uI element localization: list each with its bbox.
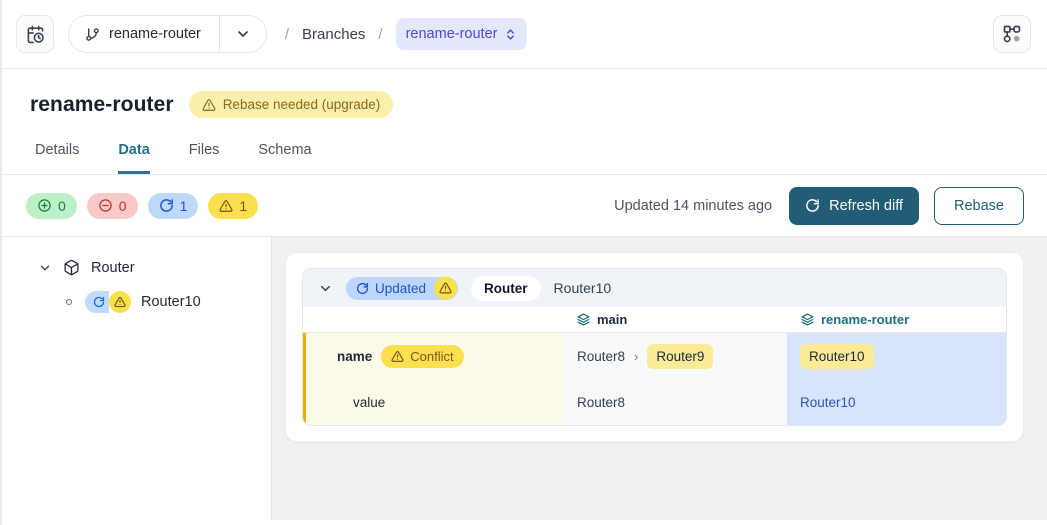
diff-table: main rename-router name <box>303 307 1006 425</box>
refresh-diff-label: Refresh diff <box>829 198 903 214</box>
page-title: rename-router <box>30 93 174 117</box>
tree-item-router[interactable]: Router <box>38 259 271 276</box>
warning-triangle-icon <box>202 98 216 112</box>
tab-files[interactable]: Files <box>189 142 220 174</box>
chevron-down-icon <box>235 26 251 42</box>
workflow-icon <box>1002 24 1022 44</box>
removed-count-badge: 0 <box>87 193 138 219</box>
chevron-down-icon[interactable] <box>38 261 52 275</box>
refresh-diff-button[interactable]: Refresh diff <box>789 187 919 225</box>
tab-bar: Details Data Files Schema <box>30 142 1019 174</box>
tree-child-label: Router10 <box>141 294 201 310</box>
calendar-clock-icon <box>26 25 45 44</box>
main-column-header: main <box>563 307 787 333</box>
updated-conflict-status-badge <box>85 291 131 313</box>
router10-diff-card: Updated Router Router10 <box>302 268 1007 426</box>
breadcrumb-branch-picker[interactable]: rename-router <box>396 18 528 50</box>
main-column-label: main <box>597 312 627 327</box>
warning-triangle-icon <box>109 291 131 313</box>
top-bar: rename-router / Branches / rename-router <box>2 0 1047 69</box>
name-branch-value-cell: Router10 <box>787 333 1006 379</box>
refresh-icon <box>356 282 369 295</box>
modified-count-badge: 1 <box>148 193 199 219</box>
name-branch-value-highlight: Router10 <box>800 344 874 369</box>
diff-results-card: Updated Router Router10 <box>285 252 1024 442</box>
chevron-down-icon[interactable] <box>318 281 333 296</box>
package-icon <box>63 259 80 276</box>
tree-item-router10[interactable]: Router10 <box>66 291 271 313</box>
refresh-icon <box>85 291 109 313</box>
added-count: 0 <box>58 198 66 214</box>
minus-circle-icon <box>98 198 113 213</box>
diff-card-header[interactable]: Updated Router Router10 <box>303 269 1006 307</box>
branch-column-label: rename-router <box>821 312 909 327</box>
entity-type-badge: Router <box>471 276 541 301</box>
key-column-header <box>303 307 563 333</box>
breadcrumb-branch-name: rename-router <box>406 26 498 42</box>
value-main-value-cell: Router8 <box>563 379 787 425</box>
diff-stats: 0 0 1 1 <box>26 193 258 219</box>
refresh-icon <box>805 198 820 213</box>
history-button[interactable] <box>16 15 54 53</box>
name-main-value-cell: Router8 › Router9 <box>563 333 787 379</box>
breadcrumb: / Branches / rename-router <box>285 18 528 50</box>
change-arrow: › <box>634 349 638 364</box>
removed-count: 0 <box>119 198 127 214</box>
branch-selector-caret[interactable] <box>220 16 266 52</box>
branch-column-header: rename-router <box>787 307 1006 333</box>
field-name-label: name <box>337 349 372 364</box>
warning-triangle-icon <box>391 350 404 363</box>
last-updated-text: Updated 14 minutes ago <box>614 198 772 214</box>
workflow-view-button[interactable] <box>993 15 1031 53</box>
breadcrumb-separator: / <box>285 26 289 43</box>
rebase-label: Rebase <box>954 198 1004 214</box>
name-old-value: Router8 <box>577 349 625 364</box>
breadcrumb-separator: / <box>378 26 382 43</box>
refresh-icon <box>159 198 174 213</box>
rebase-needed-badge: Rebase needed (upgrade) <box>189 91 394 118</box>
branch-selector-label-segment[interactable]: rename-router <box>69 16 219 52</box>
conflict-badge: Conflict <box>381 345 463 368</box>
warning-triangle-icon <box>434 277 457 300</box>
conflict-badge-label: Conflict <box>410 349 453 364</box>
value-branch-value-cell: Router10 <box>787 379 1006 425</box>
tab-details[interactable]: Details <box>35 142 79 174</box>
updated-status-label: Updated <box>375 281 426 296</box>
tree-root-label: Router <box>91 260 135 276</box>
breadcrumb-branches-link[interactable]: Branches <box>302 26 365 43</box>
conflict-count: 1 <box>239 198 247 214</box>
layers-icon <box>801 313 814 326</box>
git-branch-icon <box>85 27 100 42</box>
conflict-count-badge: 1 <box>208 193 258 219</box>
branch-selector-value: rename-router <box>109 26 201 42</box>
field-value-cell: value <box>303 379 563 425</box>
plus-circle-icon <box>37 198 52 213</box>
name-new-value-highlight: Router9 <box>647 344 713 369</box>
added-count-badge: 0 <box>26 193 77 219</box>
page-header: rename-router Rebase needed (upgrade) De… <box>2 69 1047 175</box>
value-branch-value: Router10 <box>800 395 856 410</box>
branch-selector[interactable]: rename-router <box>68 15 267 53</box>
layers-icon <box>577 313 590 326</box>
tree-bullet-icon <box>66 299 72 305</box>
warning-triangle-icon <box>219 199 233 213</box>
entity-instance-name: Router10 <box>554 280 612 296</box>
rebase-button[interactable]: Rebase <box>934 187 1024 225</box>
chevrons-up-down-icon <box>504 28 517 41</box>
diff-tree-sidebar: Router Router10 <box>2 237 272 520</box>
value-old-value: Router8 <box>577 395 625 410</box>
modified-count: 1 <box>180 198 188 214</box>
diff-main-area: Updated Router Router10 <box>272 237 1047 520</box>
diff-toolbar: 0 0 1 1 Updated 14 minutes ago Ref <box>2 175 1047 237</box>
tab-schema[interactable]: Schema <box>258 142 311 174</box>
updated-status-badge: Updated <box>346 277 458 300</box>
field-name-cell: name Conflict <box>303 333 563 379</box>
rebase-needed-label: Rebase needed (upgrade) <box>223 97 381 112</box>
tab-data[interactable]: Data <box>118 142 149 174</box>
field-value-label: value <box>353 395 385 410</box>
page-body: Router Router10 <box>2 237 1047 520</box>
